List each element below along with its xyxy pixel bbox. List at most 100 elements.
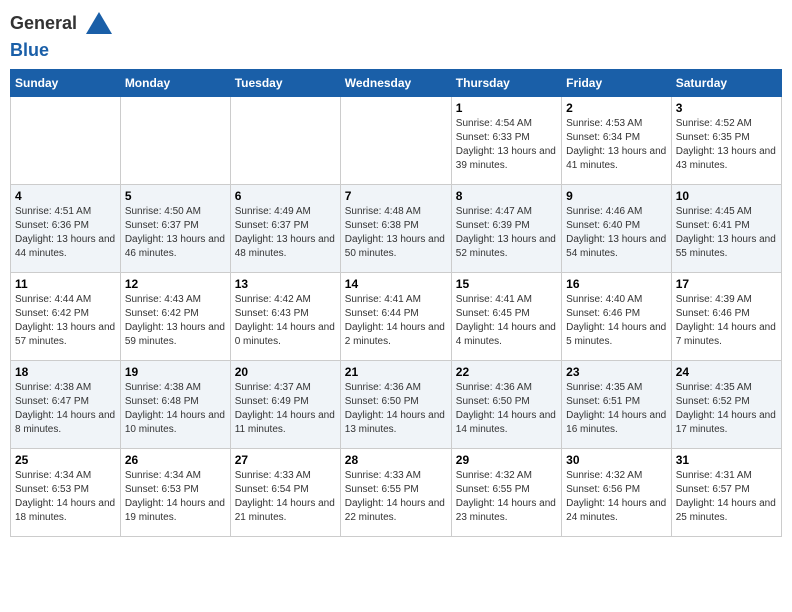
day-number: 28 (345, 453, 447, 467)
day-number: 3 (676, 101, 777, 115)
calendar-cell: 24 Sunrise: 4:35 AM Sunset: 6:52 PM Dayli… (671, 361, 781, 449)
calendar-cell: 2Sunrise: 4:53 AM Sunset: 6:34 PM Daylig… (562, 97, 672, 185)
day-info: Sunrise: 4:38 AM Sunset: 6:48 PM Dayligh… (125, 381, 226, 437)
day-number: 7 (345, 189, 447, 203)
week-row-2: 4 Sunrise: 4:51 AM Sunset: 6:36 PM Daylig… (11, 185, 782, 273)
day-number: 10 (676, 189, 777, 203)
day-number: 6 (235, 189, 336, 203)
day-number: 21 (345, 365, 447, 379)
calendar-cell (340, 97, 451, 185)
calendar-cell: 8 Sunrise: 4:47 AM Sunset: 6:39 PM Daylig… (451, 185, 561, 273)
day-info: Sunrise: 4:34 AM Sunset: 6:53 PM Dayligh… (125, 469, 226, 525)
calendar-cell: 18 Sunrise: 4:38 AM Sunset: 6:47 PM Dayli… (11, 361, 121, 449)
calendar-cell: 25Sunrise: 4:34 AM Sunset: 6:53 PM Dayli… (11, 449, 121, 537)
day-number: 16 (566, 277, 667, 291)
day-number: 12 (125, 277, 226, 291)
logo-text: General Blue (10, 10, 116, 61)
logo: General Blue (10, 10, 116, 61)
day-info: Sunrise: 4:38 AM Sunset: 6:47 PM Dayligh… (15, 381, 116, 437)
day-info: Sunrise: 4:45 AM Sunset: 6:41 PM Dayligh… (676, 205, 777, 261)
header-day-friday: Friday (562, 70, 672, 97)
day-info: Sunrise: 4:33 AM Sunset: 6:54 PM Dayligh… (235, 469, 336, 525)
header-row: SundayMondayTuesdayWednesdayThursdayFrid… (11, 70, 782, 97)
calendar-cell (230, 97, 340, 185)
day-number: 18 (15, 365, 116, 379)
day-info: Sunrise: 4:52 AM Sunset: 6:35 PM Dayligh… (676, 117, 777, 173)
calendar-cell: 13Sunrise: 4:42 AM Sunset: 6:43 PM Dayli… (230, 273, 340, 361)
week-row-4: 18 Sunrise: 4:38 AM Sunset: 6:47 PM Dayli… (11, 361, 782, 449)
calendar-cell: 21 Sunrise: 4:36 AM Sunset: 6:50 PM Dayli… (340, 361, 451, 449)
day-number: 24 (676, 365, 777, 379)
calendar-cell: 22Sunrise: 4:36 AM Sunset: 6:50 PM Dayli… (451, 361, 561, 449)
day-number: 13 (235, 277, 336, 291)
calendar-cell: 6 Sunrise: 4:49 AM Sunset: 6:37 PM Daylig… (230, 185, 340, 273)
day-number: 15 (456, 277, 557, 291)
day-info: Sunrise: 4:31 AM Sunset: 6:57 PM Dayligh… (676, 469, 777, 525)
calendar-cell (120, 97, 230, 185)
page-header: General Blue (10, 10, 782, 61)
day-number: 30 (566, 453, 667, 467)
day-info: Sunrise: 4:50 AM Sunset: 6:37 PM Dayligh… (125, 205, 226, 261)
calendar-cell: 14 Sunrise: 4:41 AM Sunset: 6:44 PM Dayli… (340, 273, 451, 361)
day-number: 26 (125, 453, 226, 467)
calendar-cell: 4 Sunrise: 4:51 AM Sunset: 6:36 PM Daylig… (11, 185, 121, 273)
header-day-tuesday: Tuesday (230, 70, 340, 97)
calendar-body: 1 Sunrise: 4:54 AM Sunset: 6:33 PM Daylig… (11, 97, 782, 537)
header-day-saturday: Saturday (671, 70, 781, 97)
day-number: 22 (456, 365, 557, 379)
calendar-cell: 17 Sunrise: 4:39 AM Sunset: 6:46 PM Dayli… (671, 273, 781, 361)
calendar-cell: 23 Sunrise: 4:35 AM Sunset: 6:51 PM Dayli… (562, 361, 672, 449)
calendar-cell: 9Sunrise: 4:46 AM Sunset: 6:40 PM Daylig… (562, 185, 672, 273)
day-number: 11 (15, 277, 116, 291)
day-info: Sunrise: 4:48 AM Sunset: 6:38 PM Dayligh… (345, 205, 447, 261)
logo-general: General (10, 13, 77, 33)
day-info: Sunrise: 4:39 AM Sunset: 6:46 PM Dayligh… (676, 293, 777, 349)
logo-icon (84, 10, 114, 40)
calendar-cell: 15 Sunrise: 4:41 AM Sunset: 6:45 PM Dayli… (451, 273, 561, 361)
day-number: 2 (566, 101, 667, 115)
day-number: 14 (345, 277, 447, 291)
day-info: Sunrise: 4:54 AM Sunset: 6:33 PM Dayligh… (456, 117, 557, 173)
day-number: 29 (456, 453, 557, 467)
day-number: 27 (235, 453, 336, 467)
day-number: 23 (566, 365, 667, 379)
calendar-table: SundayMondayTuesdayWednesdayThursdayFrid… (10, 69, 782, 537)
day-info: Sunrise: 4:36 AM Sunset: 6:50 PM Dayligh… (345, 381, 447, 437)
week-row-1: 1 Sunrise: 4:54 AM Sunset: 6:33 PM Daylig… (11, 97, 782, 185)
header-day-sunday: Sunday (11, 70, 121, 97)
header-day-thursday: Thursday (451, 70, 561, 97)
day-number: 4 (15, 189, 116, 203)
calendar-cell: 31 Sunrise: 4:31 AM Sunset: 6:57 PM Dayli… (671, 449, 781, 537)
day-info: Sunrise: 4:47 AM Sunset: 6:39 PM Dayligh… (456, 205, 557, 261)
logo-blue: Blue (10, 40, 49, 60)
day-number: 5 (125, 189, 226, 203)
header-day-wednesday: Wednesday (340, 70, 451, 97)
day-info: Sunrise: 4:35 AM Sunset: 6:52 PM Dayligh… (676, 381, 777, 437)
day-info: Sunrise: 4:49 AM Sunset: 6:37 PM Dayligh… (235, 205, 336, 261)
day-info: Sunrise: 4:32 AM Sunset: 6:55 PM Dayligh… (456, 469, 557, 525)
day-info: Sunrise: 4:43 AM Sunset: 6:42 PM Dayligh… (125, 293, 226, 349)
day-number: 19 (125, 365, 226, 379)
calendar-cell: 28Sunrise: 4:33 AM Sunset: 6:55 PM Dayli… (340, 449, 451, 537)
day-number: 1 (456, 101, 557, 115)
day-info: Sunrise: 4:35 AM Sunset: 6:51 PM Dayligh… (566, 381, 667, 437)
day-number: 25 (15, 453, 116, 467)
calendar-cell: 20Sunrise: 4:37 AM Sunset: 6:49 PM Dayli… (230, 361, 340, 449)
day-info: Sunrise: 4:51 AM Sunset: 6:36 PM Dayligh… (15, 205, 116, 261)
day-info: Sunrise: 4:41 AM Sunset: 6:44 PM Dayligh… (345, 293, 447, 349)
calendar-cell: 26 Sunrise: 4:34 AM Sunset: 6:53 PM Dayli… (120, 449, 230, 537)
day-info: Sunrise: 4:41 AM Sunset: 6:45 PM Dayligh… (456, 293, 557, 349)
calendar-cell: 11 Sunrise: 4:44 AM Sunset: 6:42 PM Dayli… (11, 273, 121, 361)
week-row-5: 25 Sunrise: 4:34 AM Sunset: 6:53 PM Dayli… (11, 449, 782, 537)
calendar-cell: 27 Sunrise: 4:33 AM Sunset: 6:54 PM Dayli… (230, 449, 340, 537)
day-number: 31 (676, 453, 777, 467)
day-info: Sunrise: 4:37 AM Sunset: 6:49 PM Dayligh… (235, 381, 336, 437)
calendar-cell: 3 Sunrise: 4:52 AM Sunset: 6:35 PM Daylig… (671, 97, 781, 185)
calendar-cell: 16Sunrise: 4:40 AM Sunset: 6:46 PM Dayli… (562, 273, 672, 361)
calendar-cell: 12 Sunrise: 4:43 AM Sunset: 6:42 PM Dayli… (120, 273, 230, 361)
day-info: Sunrise: 4:44 AM Sunset: 6:42 PM Dayligh… (15, 293, 116, 349)
day-number: 17 (676, 277, 777, 291)
day-number: 8 (456, 189, 557, 203)
calendar-cell (11, 97, 121, 185)
day-info: Sunrise: 4:32 AM Sunset: 6:56 PM Dayligh… (566, 469, 667, 525)
